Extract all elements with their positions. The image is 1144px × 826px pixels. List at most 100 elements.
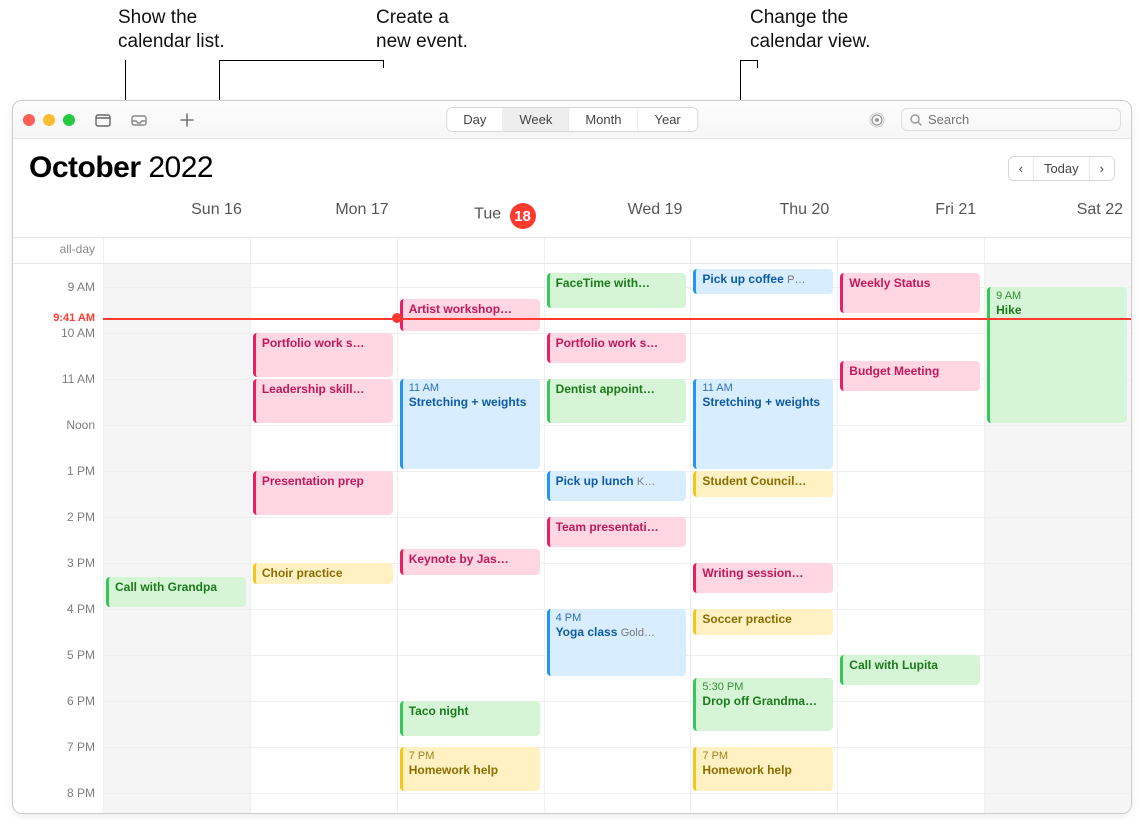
search-field[interactable] <box>901 108 1121 131</box>
event[interactable]: Dentist appoint… <box>547 379 687 423</box>
event[interactable]: Student Council… <box>693 471 833 497</box>
event[interactable]: Leadership skill… <box>253 379 393 423</box>
day-col-mon[interactable]: Portfolio work s…Leadership skill… Presen… <box>250 264 397 814</box>
prev-week-button[interactable]: ‹ <box>1009 157 1034 180</box>
calendar-window: Day Week Month Year October 2022 <box>12 100 1132 814</box>
view-month[interactable]: Month <box>569 108 638 131</box>
hour-label: Noon <box>66 418 95 432</box>
allday-slot[interactable] <box>250 238 397 263</box>
date-nav: ‹ Today › <box>1008 156 1115 181</box>
event[interactable]: FaceTime with… <box>547 273 687 308</box>
event[interactable]: 5:30 PMDrop off Grandma… <box>693 678 833 731</box>
today-button[interactable]: Today <box>1034 157 1090 180</box>
hour-label: 4 PM <box>67 602 95 616</box>
event[interactable]: Soccer practice <box>693 609 833 635</box>
event[interactable]: 11 AMStretching + weights <box>400 379 540 469</box>
hour-label: 9 AM <box>68 280 95 294</box>
week-grid: 9 AM10 AM11 AMNoon1 PM2 PM3 PM4 PM5 PM6 … <box>13 264 1131 814</box>
chevron-left-icon: ‹ <box>1019 161 1023 176</box>
day-col-tue[interactable]: Artist workshop… 11 AMStretching + weight… <box>397 264 544 814</box>
day-header-wed: Wed 19 <box>544 193 691 237</box>
titlebar: Day Week Month Year <box>13 101 1131 139</box>
event[interactable]: Artist workshop… <box>400 299 540 332</box>
now-indicator-line <box>103 318 1131 320</box>
event[interactable]: Portfolio work s… <box>547 333 687 363</box>
inbox-button[interactable] <box>125 108 153 132</box>
allday-slot[interactable] <box>397 238 544 263</box>
day-header-fri: Fri 21 <box>837 193 984 237</box>
event[interactable]: 7 PMHomework help <box>693 747 833 791</box>
month-title: October 2022 <box>29 151 213 185</box>
allday-label: all-day <box>13 238 103 263</box>
day-header-tue: Tue 18 <box>397 193 544 237</box>
event[interactable]: Taco night <box>400 701 540 736</box>
event[interactable]: 7 PMHomework help <box>400 747 540 791</box>
day-col-wed[interactable]: FaceTime with… Portfolio work s… Dentist a… <box>544 264 691 814</box>
now-indicator-dot <box>392 313 402 323</box>
allday-slot[interactable] <box>984 238 1131 263</box>
hours-column: 9 AM10 AM11 AMNoon1 PM2 PM3 PM4 PM5 PM6 … <box>13 264 103 814</box>
hour-label: 2 PM <box>67 510 95 524</box>
hour-label: 7 PM <box>67 740 95 754</box>
event[interactable]: Writing session… <box>693 563 833 593</box>
event[interactable]: 11 AMStretching + weights <box>693 379 833 469</box>
search-input[interactable] <box>928 112 1112 127</box>
hour-label: 1 PM <box>67 464 95 478</box>
event[interactable]: Team presentati… <box>547 517 687 547</box>
callout-new-event: Create a new event. <box>376 6 468 54</box>
calendar-icon <box>95 113 111 127</box>
allday-slot[interactable] <box>837 238 984 263</box>
next-week-button[interactable]: › <box>1090 157 1114 180</box>
allday-row: all-day <box>13 238 1131 264</box>
event[interactable]: Choir practice <box>253 563 393 584</box>
window-controls <box>23 114 75 126</box>
today-badge: 18 <box>510 203 536 229</box>
day-col-sun[interactable]: Call with Grandpa <box>103 264 250 814</box>
month-header: October 2022 ‹ Today › <box>13 139 1131 193</box>
day-header-sun: Sun 16 <box>103 193 250 237</box>
event[interactable]: Budget Meeting <box>840 361 980 391</box>
callout-change-view: Change the calendar view. <box>750 6 870 54</box>
day-header-sat: Sat 22 <box>984 193 1131 237</box>
allday-slot[interactable] <box>690 238 837 263</box>
tray-icon <box>131 113 147 127</box>
event[interactable]: 4 PMYoga class Gold… <box>547 609 687 676</box>
day-col-thu[interactable]: Pick up coffee P… 11 AMStretching + weigh… <box>690 264 837 814</box>
allday-slot[interactable] <box>103 238 250 263</box>
calendar-list-button[interactable] <box>89 108 117 132</box>
zoom-window[interactable] <box>63 114 75 126</box>
event[interactable]: Pick up coffee P… <box>693 269 833 295</box>
event[interactable]: Call with Grandpa <box>106 577 246 607</box>
event[interactable]: 9 AMHike <box>987 287 1127 423</box>
view-day[interactable]: Day <box>447 108 503 131</box>
view-year[interactable]: Year <box>638 108 696 131</box>
broadcast-icon <box>869 112 885 128</box>
event[interactable]: Call with Lupita <box>840 655 980 685</box>
chevron-right-icon: › <box>1100 161 1104 176</box>
event[interactable]: Weekly Status <box>840 273 980 312</box>
broadcast-button[interactable] <box>863 108 891 132</box>
event[interactable]: Keynote by Jas… <box>400 549 540 575</box>
view-week[interactable]: Week <box>503 108 569 131</box>
hour-label: 11 AM <box>62 372 95 386</box>
close-window[interactable] <box>23 114 35 126</box>
day-header-thu: Thu 20 <box>690 193 837 237</box>
event[interactable]: Presentation prep <box>253 471 393 515</box>
hour-label: 10 AM <box>61 326 95 340</box>
weekday-header: Sun 16Mon 17Tue 18Wed 19Thu 20Fri 21Sat … <box>13 193 1131 238</box>
event[interactable]: Portfolio work s… <box>253 333 393 377</box>
search-icon <box>910 114 922 126</box>
day-col-sat[interactable]: 9 AMHike <box>984 264 1131 814</box>
view-segmented-control: Day Week Month Year <box>446 107 698 132</box>
now-time-label: 9:41 AM <box>53 312 95 324</box>
callout-calendar-list: Show the calendar list. <box>118 6 225 54</box>
event[interactable]: Pick up lunch K… <box>547 471 687 501</box>
allday-slot[interactable] <box>544 238 691 263</box>
hour-label: 6 PM <box>67 694 95 708</box>
minimize-window[interactable] <box>43 114 55 126</box>
day-col-fri[interactable]: Weekly Status Budget Meeting Call with Lup… <box>837 264 984 814</box>
new-event-button[interactable] <box>173 108 201 132</box>
hour-label: 8 PM <box>67 786 95 800</box>
day-header-mon: Mon 17 <box>250 193 397 237</box>
hour-label: 3 PM <box>67 556 95 570</box>
